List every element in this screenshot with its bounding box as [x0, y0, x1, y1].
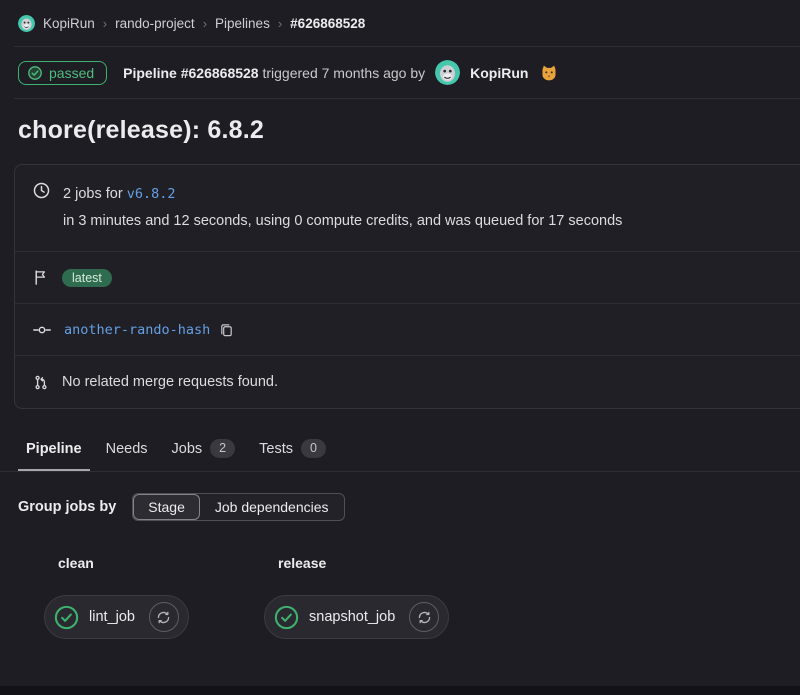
pipeline-trigger-text: Pipeline #626868528 triggered 7 months a…: [123, 65, 425, 81]
job-pill-snapshot-job[interactable]: snapshot_job: [264, 595, 449, 639]
page-title: chore(release): 6.8.2: [14, 99, 800, 164]
pipeline-page: KopiRun › rando-project › Pipelines › #6…: [0, 0, 800, 639]
pipeline-tabs: Pipeline Needs Jobs 2 Tests 0: [0, 431, 800, 472]
tab-needs[interactable]: Needs: [98, 433, 156, 471]
job-name: snapshot_job: [309, 609, 395, 625]
retry-job-button[interactable]: [409, 602, 439, 632]
commit-icon: [33, 323, 51, 337]
retry-icon: [417, 610, 432, 625]
stage-name: release: [264, 555, 449, 571]
next-section-edge: [0, 686, 800, 695]
pipeline-graph: clean lint_job r: [14, 555, 800, 639]
pipeline-status-row: passed Pipeline #626868528 triggered 7 m…: [14, 47, 800, 99]
jobs-count-text: 2 jobs for: [63, 186, 123, 202]
breadcrumb-project[interactable]: rando-project: [115, 16, 195, 31]
merge-request-row: No related merge requests found.: [15, 356, 800, 408]
job-name: lint_job: [89, 609, 135, 625]
tests-count-badge: 0: [301, 439, 326, 458]
status-badge-label: passed: [49, 65, 94, 81]
flag-icon: [33, 269, 49, 286]
tab-label: Jobs: [172, 441, 203, 457]
duration-text: in 3 minutes and 12 seconds, using 0 com…: [63, 208, 622, 235]
commit-row: another-rando-hash: [15, 304, 800, 356]
trigger-user-name[interactable]: KopiRun: [470, 65, 528, 81]
jobs-summary-text: 2 jobs for v6.8.2 in 3 minutes and 12 se…: [63, 181, 622, 235]
breadcrumb-separator: ›: [103, 16, 107, 31]
cat-face-icon: [540, 64, 558, 82]
group-jobs-label: Group jobs by: [18, 499, 116, 515]
tab-jobs[interactable]: Jobs 2: [164, 431, 244, 472]
group-jobs-controls: Group jobs by Stage Job dependencies: [14, 493, 800, 521]
tab-tests[interactable]: Tests 0: [251, 431, 334, 472]
breadcrumb-pipelines[interactable]: Pipelines: [215, 16, 270, 31]
check-circle-icon: [27, 65, 43, 81]
tab-pipeline[interactable]: Pipeline: [18, 433, 90, 471]
job-success-icon: [54, 605, 79, 630]
job-pill-lint-job[interactable]: lint_job: [44, 595, 189, 639]
stage-column-clean: clean lint_job: [44, 555, 192, 639]
stage-column-release: release snapshot_job: [264, 555, 449, 639]
breadcrumb-pipeline-id: #626868528: [290, 16, 365, 31]
latest-badge[interactable]: latest: [62, 269, 112, 287]
jobs-count-badge: 2: [210, 439, 235, 458]
stage-name: clean: [44, 555, 192, 571]
tab-label: Pipeline: [26, 441, 82, 457]
monkey-avatar-icon: [18, 15, 35, 32]
breadcrumb-separator: ›: [278, 16, 282, 31]
breadcrumb: KopiRun › rando-project › Pipelines › #6…: [14, 0, 800, 47]
copy-icon: [219, 322, 234, 338]
tab-label: Tests: [259, 441, 293, 457]
group-by-stage-button[interactable]: Stage: [133, 494, 200, 520]
retry-icon: [156, 610, 171, 625]
ref-link[interactable]: v6.8.2: [127, 186, 176, 202]
breadcrumb-owner[interactable]: KopiRun: [43, 16, 95, 31]
project-owner-avatar[interactable]: [18, 15, 35, 32]
merge-request-text: No related merge requests found.: [62, 374, 278, 390]
job-success-icon: [274, 605, 299, 630]
triggered-text: triggered 7 months ago by: [262, 65, 425, 81]
copy-commit-button[interactable]: [219, 322, 234, 338]
commit-hash-link[interactable]: another-rando-hash: [64, 322, 210, 338]
trigger-user-avatar[interactable]: [435, 60, 460, 85]
pipeline-details-card: 2 jobs for v6.8.2 in 3 minutes and 12 se…: [14, 164, 800, 409]
status-badge[interactable]: passed: [18, 61, 107, 85]
latest-row: latest: [15, 252, 800, 304]
clock-icon: [33, 182, 50, 199]
tab-label: Needs: [106, 441, 148, 457]
group-by-dependencies-button[interactable]: Job dependencies: [200, 494, 344, 520]
monkey-avatar-icon: [435, 60, 460, 85]
retry-job-button[interactable]: [149, 602, 179, 632]
jobs-summary-row: 2 jobs for v6.8.2 in 3 minutes and 12 se…: [15, 165, 800, 252]
merge-request-icon: [33, 374, 49, 391]
pipeline-label: Pipeline #626868528: [123, 65, 258, 81]
group-by-segmented-control: Stage Job dependencies: [132, 493, 344, 521]
breadcrumb-separator: ›: [203, 16, 207, 31]
